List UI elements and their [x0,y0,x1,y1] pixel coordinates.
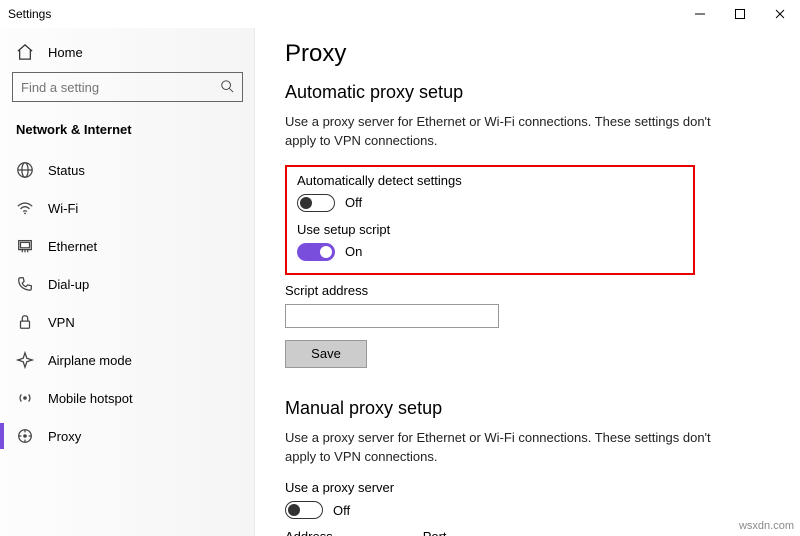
script-address-label: Script address [285,283,770,298]
use-proxy-toggle[interactable] [285,501,323,519]
sidebar-item-label: Status [48,163,85,178]
home-icon [16,44,34,60]
window-controls [680,0,800,28]
use-proxy-state: Off [333,503,350,518]
home-button[interactable]: Home [12,36,243,72]
auto-detect-state: Off [345,195,362,210]
search-input[interactable] [21,80,201,95]
globe-icon [16,161,34,179]
sidebar-item-airplane[interactable]: Airplane mode [12,341,243,379]
highlight-box: Automatically detect settings Off Use se… [285,165,695,275]
sidebar-item-label: VPN [48,315,75,330]
hotspot-icon [16,389,34,407]
sidebar-item-dialup[interactable]: Dial-up [12,265,243,303]
sidebar-item-ethernet[interactable]: Ethernet [12,227,243,265]
watermark: wsxdn.com [739,520,794,532]
sidebar-item-label: Mobile hotspot [48,391,133,406]
home-label: Home [48,45,83,60]
auto-detect-label: Automatically detect settings [297,173,683,188]
maximize-button[interactable] [720,0,760,28]
auto-section-heading: Automatic proxy setup [285,82,770,103]
setup-script-toggle[interactable] [297,243,335,261]
sidebar-item-wifi[interactable]: Wi-Fi [12,189,243,227]
sidebar-item-hotspot[interactable]: Mobile hotspot [12,379,243,417]
wifi-icon [16,199,34,217]
use-proxy-label: Use a proxy server [285,480,770,495]
sidebar-item-status[interactable]: Status [12,151,243,189]
manual-section-desc: Use a proxy server for Ethernet or Wi-Fi… [285,429,715,467]
address-label: Address [285,529,333,536]
proxy-icon [16,427,34,445]
search-box[interactable] [12,72,243,102]
sidebar-item-label: Airplane mode [48,353,132,368]
airplane-icon [16,351,34,369]
minimize-button[interactable] [680,0,720,28]
auto-section-desc: Use a proxy server for Ethernet or Wi-Fi… [285,113,715,151]
page-title: Proxy [285,40,770,68]
sidebar-item-label: Proxy [48,429,81,444]
sidebar-item-label: Dial-up [48,277,89,292]
close-button[interactable] [760,0,800,28]
sidebar-item-proxy[interactable]: Proxy [12,417,243,455]
sidebar: Home Network & Internet Status Wi-Fi Eth… [0,28,255,536]
sidebar-item-label: Wi-Fi [48,201,78,216]
search-icon [220,79,234,96]
port-label: Port [423,529,447,536]
script-address-input[interactable] [285,304,499,328]
content-area: Proxy Automatic proxy setup Use a proxy … [255,28,800,536]
sidebar-item-vpn[interactable]: VPN [12,303,243,341]
vpn-icon [16,313,34,331]
phone-icon [16,275,34,293]
category-heading: Network & Internet [12,118,243,151]
auto-detect-toggle[interactable] [297,194,335,212]
setup-script-state: On [345,244,362,259]
manual-section-heading: Manual proxy setup [285,398,770,419]
sidebar-item-label: Ethernet [48,239,97,254]
save-button[interactable]: Save [285,340,367,368]
setup-script-label: Use setup script [297,222,683,237]
ethernet-icon [16,237,34,255]
window-title: Settings [8,7,51,21]
